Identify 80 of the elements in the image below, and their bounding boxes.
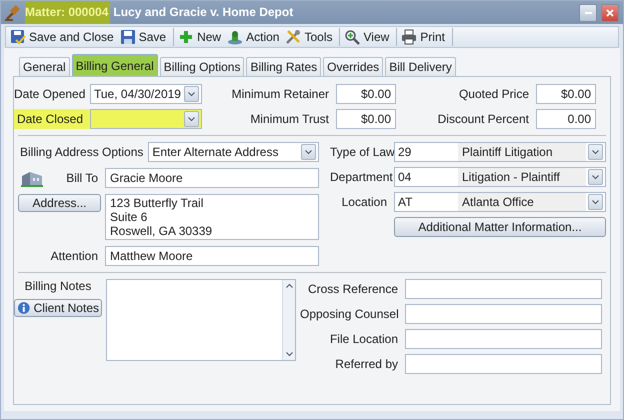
field-label: Date Opened	[14, 86, 86, 103]
bill-to-field[interactable]: Gracie Moore	[105, 168, 319, 188]
dropdown-button[interactable]	[588, 169, 603, 185]
tab[interactable]: Bill Delivery	[385, 57, 456, 76]
info-icon	[17, 301, 31, 315]
amount-field[interactable]: 0.00	[536, 109, 596, 129]
field-label: Billing Address Options	[20, 145, 144, 159]
plus-icon	[178, 29, 194, 45]
field-label: Location	[340, 194, 388, 211]
dropdown-button[interactable]	[184, 111, 199, 127]
amount-field[interactable]: $0.00	[336, 109, 396, 129]
text-field[interactable]	[405, 279, 602, 299]
notes-field[interactable]	[106, 279, 296, 361]
tab[interactable]: General	[19, 57, 70, 76]
field-label: Type of Law	[330, 144, 394, 161]
dropdown-button[interactable]	[588, 194, 603, 210]
gavel-icon	[4, 4, 22, 22]
dropdown-button[interactable]	[301, 144, 316, 160]
field-label: File Location	[328, 331, 399, 348]
window-title: Matter: 000004	[25, 1, 110, 24]
stamp-icon	[227, 29, 244, 45]
text-field[interactable]	[405, 354, 602, 374]
tools-icon	[285, 29, 302, 45]
date-dropdown[interactable]: Tue, 04/30/2019	[90, 84, 202, 104]
toolbar-button[interactable]: Tools	[284, 28, 334, 46]
printer-icon	[401, 29, 418, 45]
toolbar-button[interactable]: Print	[400, 28, 446, 46]
attention-field[interactable]: Matthew Moore	[105, 246, 319, 266]
toolbar-button[interactable]: New	[177, 28, 222, 46]
text-field[interactable]	[405, 329, 602, 349]
code-dropdown[interactable]: 04 Litigation - Plaintiff	[394, 167, 606, 187]
address-field[interactable]: 123 Butterfly Trail Suite 6 Roswell, GA 30339	[105, 194, 319, 240]
client-notes-button[interactable]: Client Notes	[14, 299, 102, 317]
field-label: Minimum Trust	[249, 111, 330, 128]
close-icon	[606, 8, 614, 16]
close-button[interactable]	[601, 4, 619, 22]
field-label: Opposing Counsel	[300, 306, 400, 323]
additional-info-button[interactable]: Additional Matter Information...	[394, 217, 606, 237]
chevron-down-icon	[188, 116, 195, 122]
text-field[interactable]	[405, 304, 602, 324]
field-label: Quoted Price	[458, 86, 530, 103]
scroll-down-icon	[286, 352, 292, 357]
address-options-dropdown[interactable]: Enter Alternate Address	[148, 142, 319, 162]
code-dropdown[interactable]: 29 Plaintiff Litigation	[394, 142, 606, 162]
toolbar-button[interactable]: Save	[118, 28, 168, 46]
toolbar-button[interactable]: Save and Close	[9, 28, 115, 46]
tab[interactable]: Billing Options	[160, 57, 244, 76]
tab[interactable]: Billing Rates	[246, 57, 322, 76]
toolbar-button[interactable]: Action	[226, 28, 280, 46]
chevron-down-icon	[592, 200, 599, 204]
save-icon	[120, 29, 136, 45]
search-icon	[344, 29, 360, 45]
scrollbar[interactable]	[282, 280, 295, 360]
field-label: Bill To	[66, 171, 98, 185]
field-label: Discount Percent	[436, 111, 530, 128]
field-label: Billing Notes	[24, 279, 92, 293]
field-label: Cross Reference	[306, 281, 399, 298]
field-label: Date Closed	[14, 109, 90, 129]
tab[interactable]: Overrides	[323, 57, 384, 76]
tab[interactable]: Billing General	[72, 54, 158, 76]
window-title: Lucy and Gracie v. Home Depot	[113, 4, 294, 21]
code-dropdown[interactable]: AT Atlanta Office	[394, 192, 606, 212]
amount-field[interactable]: $0.00	[336, 84, 396, 104]
field-label: Department	[330, 169, 394, 186]
chevron-down-icon	[592, 150, 599, 154]
minimize-button[interactable]	[579, 4, 597, 22]
floppy-check-icon	[10, 29, 26, 45]
minimize-icon	[584, 12, 592, 14]
field-label: Attention	[50, 248, 99, 265]
field-label: Referred by	[334, 356, 399, 373]
scroll-up-icon	[286, 283, 292, 288]
field-label: Minimum Retainer	[230, 86, 330, 103]
address-button[interactable]: Address...	[18, 194, 101, 212]
amount-field[interactable]: $0.00	[536, 84, 596, 104]
toolbar-button[interactable]: View	[343, 28, 390, 46]
dropdown-button[interactable]	[588, 144, 603, 160]
dropdown-button[interactable]	[184, 86, 199, 102]
chevron-down-icon	[592, 174, 599, 180]
chevron-down-icon	[305, 150, 312, 154]
chevron-down-icon	[188, 92, 195, 96]
